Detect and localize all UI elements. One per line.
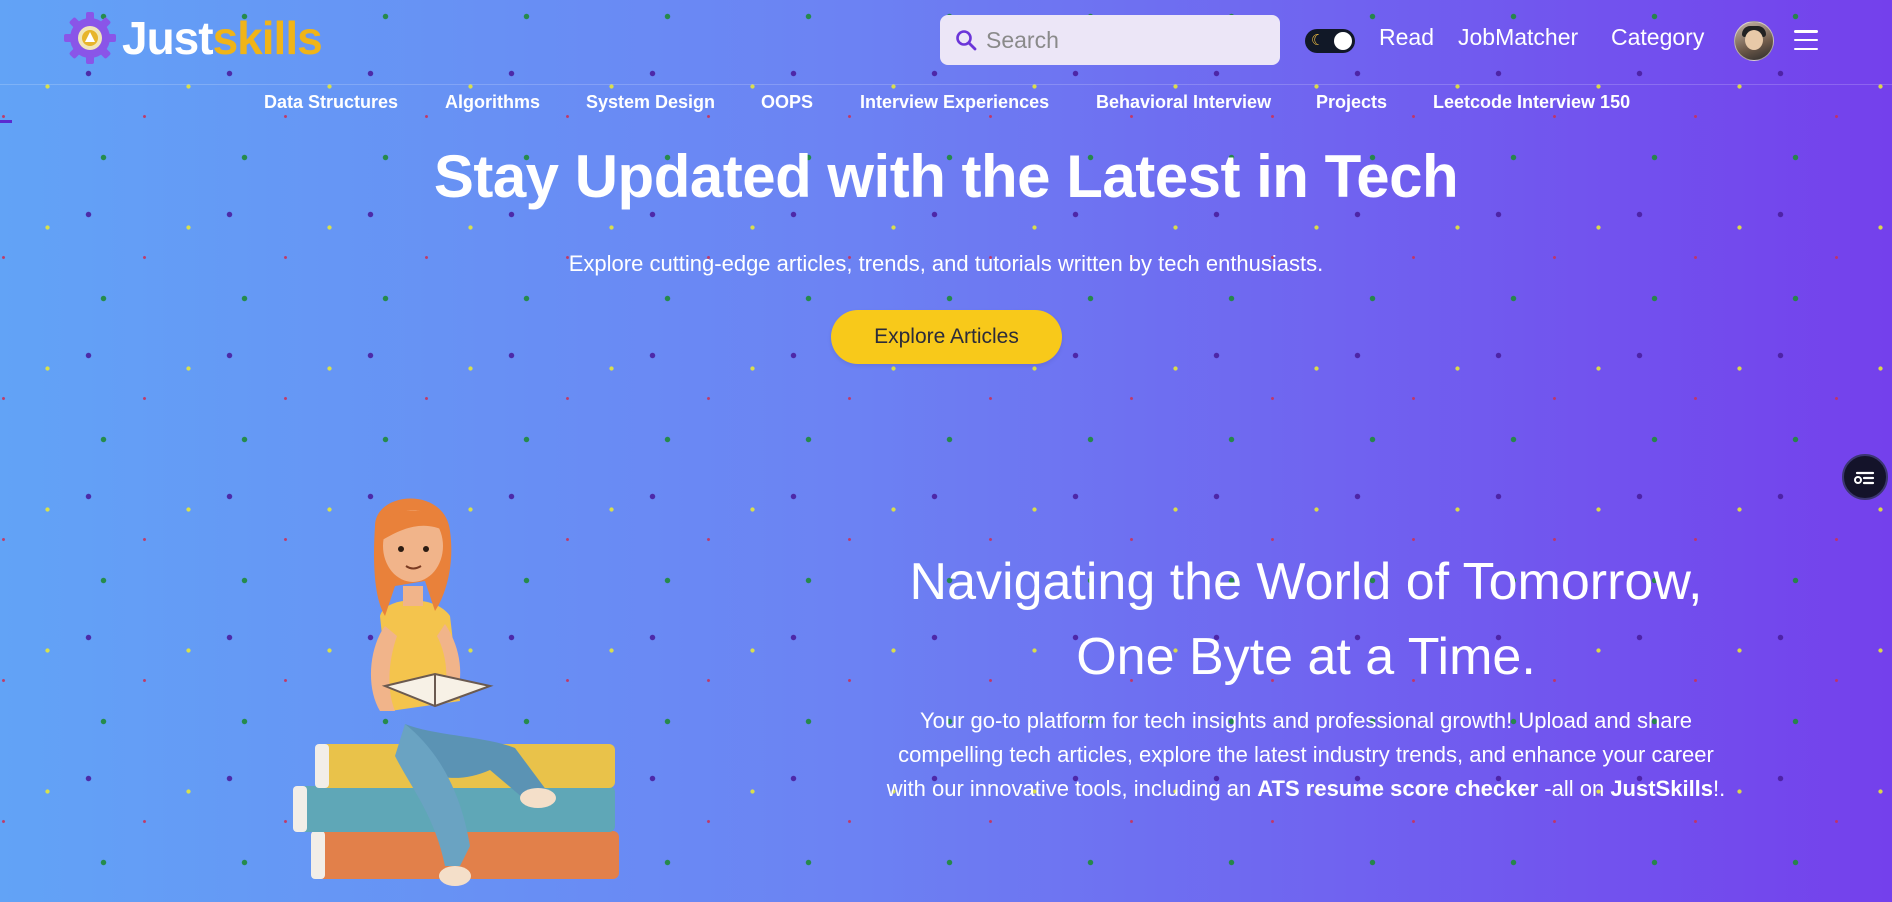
justskills-highlight: JustSkills [1610, 776, 1714, 801]
tagline-line1: Navigating the World of Tomorrow, [909, 553, 1703, 611]
nav-category[interactable]: Category [1611, 24, 1704, 51]
gear-logo-icon [62, 10, 118, 66]
tagline-desc-mid: -all on [1538, 776, 1611, 801]
hamburger-menu-icon[interactable] [1794, 30, 1818, 50]
ats-checker-highlight: ATS resume score checker [1257, 776, 1539, 801]
subnav-data-structures[interactable]: Data Structures [264, 92, 398, 113]
brand-name: Justskills [122, 12, 323, 64]
subnav-leetcode-150[interactable]: Leetcode Interview 150 [1433, 92, 1630, 113]
edge-indicator [0, 120, 12, 123]
subnav-algorithms[interactable]: Algorithms [445, 92, 540, 113]
subnav-oops[interactable]: OOPS [761, 92, 813, 113]
girl-reading-illustration [293, 498, 619, 886]
nav-read[interactable]: Read [1379, 24, 1434, 51]
nav-jobmatcher[interactable]: JobMatcher [1458, 24, 1578, 51]
subnav-interview-experiences[interactable]: Interview Experiences [860, 92, 1049, 113]
brand-name-part2: skills [212, 12, 323, 64]
tagline-heading: Navigating the World of Tomorrow, One By… [860, 545, 1752, 695]
brand-logo[interactable]: Justskills [62, 10, 323, 66]
moon-icon: ☾ [1311, 32, 1325, 49]
subnav-system-design[interactable]: System Design [586, 92, 715, 113]
subnav-behavioral-interview[interactable]: Behavioral Interview [1096, 92, 1271, 113]
search-icon [956, 30, 977, 51]
tagline-desc-end: !. [1713, 776, 1726, 801]
explore-articles-button[interactable]: Explore Articles [831, 310, 1062, 364]
table-of-contents-icon[interactable] [1842, 454, 1888, 500]
hero-title: Stay Updated with the Latest in Tech [433, 143, 1459, 210]
theme-toggle[interactable]: ☾ [1305, 29, 1355, 53]
user-avatar[interactable] [1734, 21, 1774, 61]
subnav-projects[interactable]: Projects [1316, 92, 1387, 113]
tagline-description: Your go-to platform for tech insights an… [880, 704, 1732, 806]
toggle-knob [1334, 32, 1352, 50]
search-input[interactable] [984, 25, 1268, 55]
top-navbar: Justskills ☾ Read JobMatcher Category [0, 0, 1892, 85]
hero-subtitle: Explore cutting-edge articles, trends, a… [568, 251, 1324, 276]
search-box [940, 15, 1280, 65]
brand-name-part1: Just [122, 12, 214, 64]
tagline-line2: One Byte at a Time. [1076, 628, 1536, 686]
